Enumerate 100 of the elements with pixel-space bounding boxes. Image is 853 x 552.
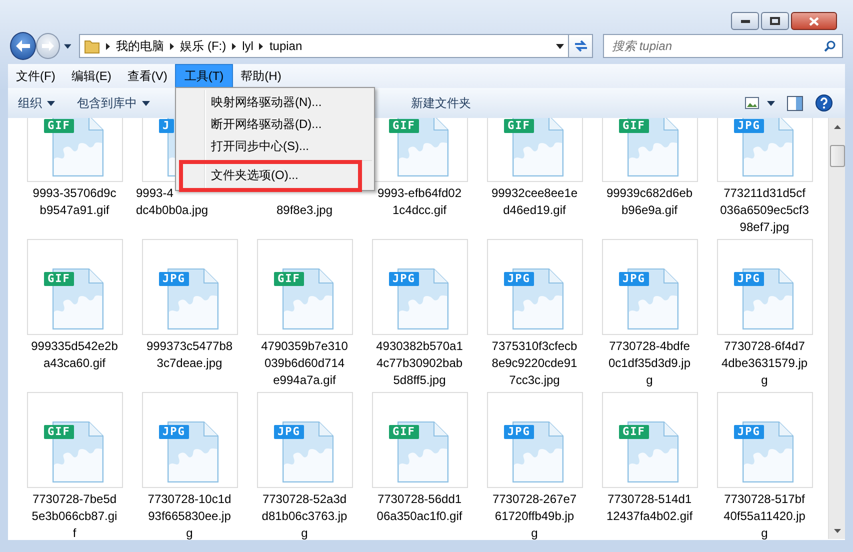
address-caret-icon[interactable]	[556, 44, 564, 48]
thumbnail-frame[interactable]: JPG	[602, 239, 698, 335]
maximize-button[interactable]	[761, 12, 789, 30]
file-name: 9993-4 dc4b0b0a.jpg	[135, 185, 210, 219]
file-name: 4930382b570a1 4c77b30902bab 5d8ff5.jpg	[375, 338, 464, 389]
file-type-badge: JPG	[734, 272, 764, 286]
history-caret-icon[interactable]	[64, 44, 72, 48]
scroll-down-icon[interactable]	[834, 528, 840, 532]
menu-bar-item[interactable]: 文件(F)	[8, 64, 64, 88]
thumbnail-frame[interactable]: JPG	[256, 392, 352, 488]
file-type-badge: JPG	[388, 272, 420, 286]
file-type-badge: J	[158, 119, 174, 133]
file-type-badge: GIF	[504, 119, 534, 133]
thumbnail-frame[interactable]: JPG	[142, 392, 238, 488]
preview-pane-icon[interactable]	[787, 96, 803, 110]
menu-item[interactable]: 映射网络驱动器(N)...	[211, 94, 322, 110]
file-name: 4790359b7e310 039b6d60d714 e994a7a.gif	[260, 338, 349, 389]
scrollbar[interactable]	[828, 118, 845, 539]
file-type-badge: JPG	[158, 425, 190, 439]
close-button[interactable]	[791, 12, 837, 30]
thumbnail-frame[interactable]: JPG	[486, 239, 582, 335]
thumbnail-frame[interactable]: JPG	[716, 118, 812, 182]
file-name: 7375310f3cfecb 8e9c9220cde91 7cc3c.jpg	[490, 338, 578, 389]
folder-icon	[84, 38, 100, 54]
file-type-badge: GIF	[44, 425, 74, 439]
file-type-badge: JPG	[504, 425, 534, 439]
file-name: 99939c682d6eb b96e9a.gif	[605, 185, 694, 219]
file-type-badge: GIF	[618, 119, 650, 133]
toolbar-button[interactable]: 包含到库中	[77, 94, 150, 112]
file-type-badge: GIF	[44, 119, 74, 133]
breadcrumb-arrow-icon[interactable]	[232, 42, 236, 50]
view-picture-icon[interactable]	[745, 97, 759, 109]
file-type-badge: JPG	[158, 272, 190, 286]
menu-item[interactable]: 打开同步中心(S)...	[211, 138, 309, 154]
file-name: 7730728-56dd1 06a350ac1f0.gif	[376, 491, 464, 525]
thumbnail-frame[interactable]: JPG	[716, 239, 812, 335]
file-name: 999373c5477b8 3c7deae.jpg	[145, 338, 234, 372]
thumbnail-frame[interactable]: GIF	[256, 239, 352, 335]
help-icon[interactable]	[815, 94, 833, 112]
toolbar-button[interactable]: 组织	[18, 94, 55, 112]
menu-item[interactable]: 文件夹选项(O)...	[211, 166, 298, 184]
thumbnail-frame[interactable]: JPG	[372, 239, 468, 335]
file-type-badge: GIF	[44, 272, 74, 286]
menu-item[interactable]: 断开网络驱动器(D)...	[211, 116, 322, 132]
file-type-badge: JPG	[274, 425, 304, 439]
dropdown-caret-icon	[47, 100, 55, 106]
thumbnail-frame[interactable]: GIF	[26, 118, 122, 182]
file-name: 773211d31d5cf 036a6509ec5cf3 98ef7.jpg	[719, 185, 810, 236]
search-field[interactable]: 搜索 tupian	[603, 34, 843, 58]
back-arrow-icon	[16, 40, 30, 52]
file-type-badge: JPG	[734, 425, 764, 439]
breadcrumb-item[interactable]: 娱乐 (F:)	[180, 38, 226, 54]
scrollbar-thumb[interactable]	[830, 145, 844, 167]
file-name: 7730728-6f4d7 4dbe3631579.jp g	[720, 338, 809, 389]
file-name: 7730728-52a3d d81b06c3763.jp g	[260, 491, 348, 540]
file-name: 9993-35706d9c b9547a91.gif	[32, 185, 118, 219]
forward-arrow-icon	[42, 41, 54, 51]
thumbnail-frame[interactable]: GIF	[372, 392, 468, 488]
toolbar-button[interactable]: 新建文件夹	[411, 94, 471, 112]
menu-bar-item[interactable]: 帮助(H)	[232, 64, 290, 88]
menu-bar-item[interactable]: 编辑(E)	[63, 64, 120, 88]
breadcrumb-item[interactable]: tupian	[269, 39, 302, 53]
breadcrumb-arrow-icon[interactable]	[170, 42, 174, 50]
breadcrumb-arrow-icon[interactable]	[259, 42, 264, 50]
file-name: 7730728-514d1 12437fa4b02.gif	[605, 491, 694, 525]
thumbnail-frame[interactable]: GIF	[486, 118, 582, 182]
search-icon	[824, 40, 836, 52]
file-name: 999335d542e2b a43ca60.gif	[30, 338, 119, 372]
thumbnail-frame[interactable]: GIF	[602, 392, 698, 488]
breadcrumb-item[interactable]: lyl	[242, 39, 254, 53]
breadcrumb-arrow-icon[interactable]	[106, 42, 110, 50]
breadcrumb-item[interactable]: 我的电脑	[116, 38, 164, 54]
thumbnail-frame[interactable]: GIF	[26, 392, 122, 488]
thumbnail-frame[interactable]: GIF	[26, 239, 122, 335]
file-type-badge: JPG	[618, 272, 650, 286]
minimize-icon	[740, 20, 750, 22]
file-name: 7730728-10c1d 93f665830ee.jp g	[146, 491, 232, 540]
close-icon	[809, 16, 819, 26]
menu-bar-item[interactable]: 工具(T)	[175, 64, 233, 88]
file-name: 99932cee8ee1e d46ed19.gif	[490, 185, 579, 219]
thumbnail-frame[interactable]: JPG	[716, 392, 812, 488]
file-name: 7730728-4bdfe 0c1df35d3d9.jp g	[607, 338, 692, 389]
thumbnail-frame[interactable]: GIF	[602, 118, 698, 182]
minimize-button[interactable]	[731, 12, 759, 30]
file-type-badge: GIF	[388, 425, 420, 439]
refresh-button[interactable]	[569, 34, 593, 58]
file-name: 7730728-267e7 61720ffb49b.jp g	[491, 491, 578, 540]
scroll-up-icon[interactable]	[834, 124, 840, 128]
address-bar[interactable]: 我的电脑 娱乐 (F:) lyl tupian	[79, 34, 570, 58]
thumbnail-frame[interactable]: JPG	[142, 239, 238, 335]
file-type-badge: GIF	[618, 425, 650, 439]
file-type-badge: GIF	[274, 272, 304, 286]
file-name: 7730728-7be5d 5e3b066cb87.gi f	[30, 491, 118, 540]
thumbnail-frame[interactable]: JPG	[486, 392, 582, 488]
menu-bar-item[interactable]: 查看(V)	[119, 64, 176, 88]
back-button[interactable]	[10, 32, 36, 60]
file-name: 89f8e3.jpg	[275, 202, 334, 219]
file-type-badge: JPG	[734, 119, 764, 133]
dropdown-caret-icon	[142, 100, 150, 106]
view-caret-icon[interactable]	[767, 100, 775, 106]
